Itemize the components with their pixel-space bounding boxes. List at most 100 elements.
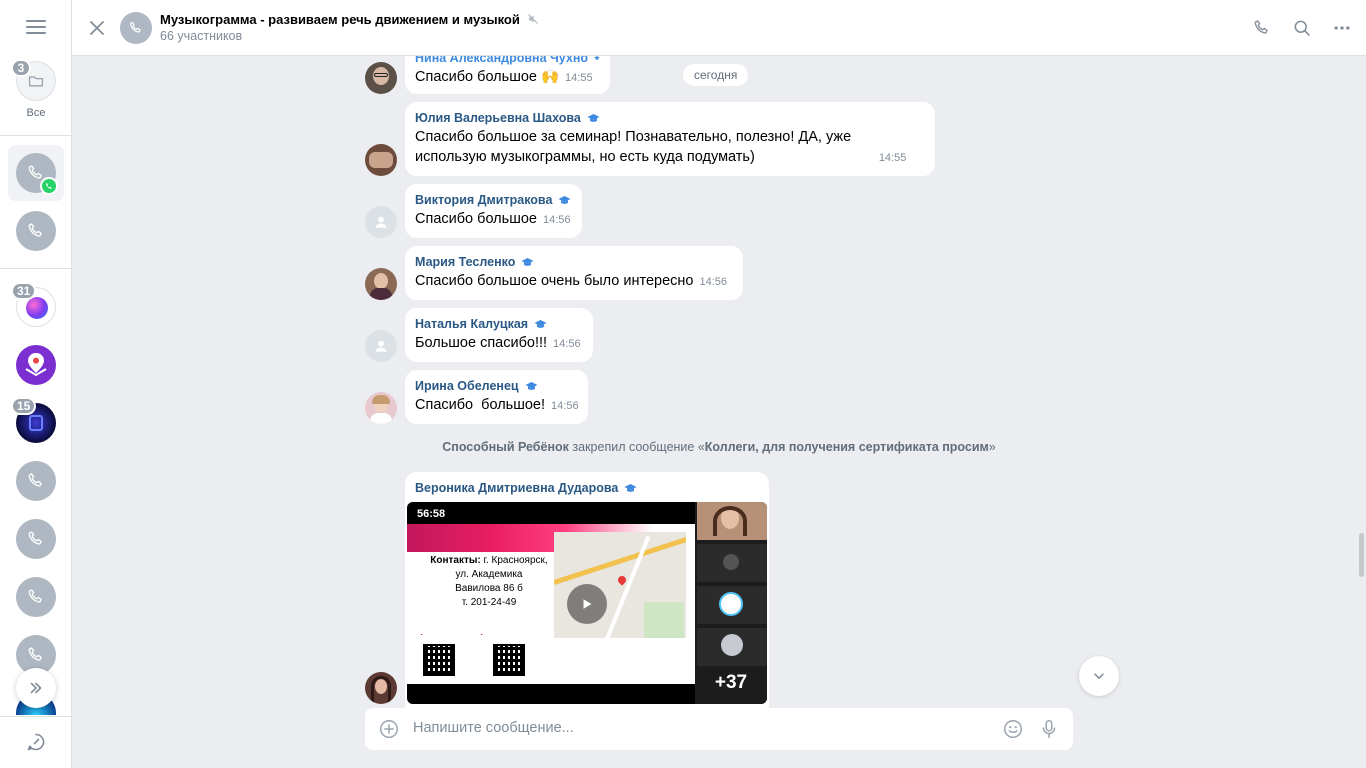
message-author[interactable]: Наталья Калуцкая: [415, 315, 583, 333]
phone-icon: [28, 647, 42, 661]
chat-title-text: Музыкограмма - развиваем речь движением …: [160, 12, 520, 27]
avatar[interactable]: [365, 392, 397, 424]
system-message-pinned: Способный Ребёнок закрепил сообщение «Ко…: [442, 440, 996, 454]
play-icon: [583, 599, 592, 609]
message-text: Спасибо большое 14:56: [415, 211, 571, 227]
message-bubble[interactable]: Виктория Дмитракова Спасибо большое 14:56: [405, 184, 582, 238]
chat-avatar[interactable]: [120, 12, 152, 44]
attach-plus-icon[interactable]: [378, 718, 400, 740]
left-rail: 3 Все 31 15: [0, 0, 72, 768]
more-icon[interactable]: [1332, 18, 1352, 38]
slide-contacts: Контакты: г. Красноярск, ул. Академика В…: [430, 555, 548, 608]
avatar-placeholder[interactable]: [365, 330, 397, 362]
message-text-line2: использую музыкограммы, но есть куда под…: [415, 149, 907, 165]
chat-header: Музыкограмма - развиваем речь движением …: [72, 0, 1366, 56]
phone-icon: [28, 531, 42, 545]
message-bubble[interactable]: Наталья Калуцкая Большое спасибо!!! 14:56: [405, 308, 593, 362]
map-pin-icon: [25, 353, 47, 377]
chat-call[interactable]: [16, 461, 56, 501]
video-frame-slide: 56:58 Контакты: г. Красноярск, ул. Акаде…: [407, 502, 695, 704]
message-text: Спасибо большое 🙌 14:55: [415, 69, 593, 85]
graduation-cap-icon: [587, 114, 600, 122]
chat-call[interactable]: [16, 577, 56, 617]
folder-icon: [28, 76, 44, 87]
search-icon[interactable]: [1292, 18, 1312, 38]
muted-icon: [528, 14, 539, 24]
avatar[interactable]: [365, 144, 397, 176]
slide-map: [554, 532, 686, 638]
close-icon[interactable]: [86, 17, 108, 39]
slide-link: [421, 629, 422, 634]
phone-icon: [28, 589, 42, 603]
message-author[interactable]: Виктория Дмитракова: [415, 191, 572, 209]
unread-badge: 31: [11, 282, 37, 300]
message-author[interactable]: Нина Александровна Чухно: [415, 56, 600, 67]
message-bubble[interactable]: Юлия Валерьевна Шахова Спасибо большое з…: [405, 102, 935, 176]
phone-icon: [28, 473, 42, 487]
emoji-icon[interactable]: [1002, 718, 1024, 740]
message-composer: Напишите сообщение...: [365, 708, 1073, 750]
call-icon[interactable]: [1252, 18, 1272, 38]
message-history[interactable]: Нина Александровна Чухно Спасибо большое…: [72, 56, 1366, 768]
microphone-icon[interactable]: [1038, 718, 1060, 740]
message-input[interactable]: Напишите сообщение...: [413, 720, 574, 736]
message-author[interactable]: Ирина Обеленец: [415, 377, 578, 395]
message-time: 14:56: [553, 338, 581, 350]
chat-title[interactable]: Музыкограмма - развиваем речь движением …: [160, 12, 539, 27]
qr-code: [493, 644, 525, 676]
participant-tile: [697, 586, 767, 624]
divider: [0, 135, 72, 136]
avatar[interactable]: [365, 268, 397, 300]
more-participants-count: +37: [714, 672, 748, 693]
graduation-cap-icon: [558, 196, 571, 204]
video-duration: 56:58: [417, 508, 446, 520]
message-author[interactable]: Мария Тесленко: [415, 253, 733, 271]
graduation-cap-icon: [534, 320, 547, 328]
date-separator: сегодня: [683, 64, 749, 86]
system-actor[interactable]: Способный Ребёнок: [442, 440, 569, 454]
new-chat-icon[interactable]: [26, 732, 46, 752]
qr-code: [423, 644, 455, 676]
video-attachment[interactable]: 56:58 Контакты: г. Красноярск, ул. Акаде…: [407, 502, 767, 704]
phone-icon: [130, 21, 141, 33]
participant-tile: [697, 544, 767, 582]
participant-tile: [697, 628, 767, 666]
message-bubble[interactable]: Мария Тесленко Спасибо большое очень был…: [405, 246, 743, 300]
expand-sidebar-button[interactable]: [16, 668, 56, 708]
folder-all-label: Все: [26, 107, 46, 119]
double-chevron-right-icon: [30, 682, 42, 694]
message-text: Спасибо большое за семинар! Познавательн…: [415, 129, 852, 145]
graduation-cap-icon: [521, 258, 534, 266]
scroll-down-button[interactable]: [1079, 656, 1119, 696]
chat-call[interactable]: [16, 211, 56, 251]
marusia-logo: [26, 297, 48, 319]
pinned-message-link[interactable]: Коллеги, для получения сертификата проси…: [705, 440, 989, 454]
user-icon: [375, 340, 387, 352]
slide-link: [481, 629, 482, 634]
message-author[interactable]: Вероника Дмитриевна Дударова: [415, 479, 759, 497]
phone-icon: [28, 223, 42, 237]
play-button[interactable]: [567, 584, 607, 624]
message-bubble[interactable]: Нина Александровна Чухно Спасибо большое…: [405, 56, 610, 94]
chat-map-community[interactable]: [16, 345, 56, 385]
menu-icon[interactable]: [24, 17, 48, 37]
message-time: 14:55: [878, 152, 907, 164]
whatsapp-icon: [40, 177, 58, 195]
scrollbar-thumb[interactable]: [1359, 533, 1364, 577]
avatar[interactable]: [365, 672, 397, 704]
unread-badge: 15: [11, 397, 37, 415]
chevron-down-icon: [1094, 673, 1104, 679]
chat-call[interactable]: [16, 519, 56, 559]
message-time: 14:56: [542, 214, 571, 226]
message-time: 14:56: [551, 400, 579, 412]
video-participants-panel: +37: [695, 502, 767, 704]
message-bubble[interactable]: Ирина Обеленец Спасибо большое! 14:56: [405, 370, 588, 424]
folder-unread-badge: 3: [11, 59, 31, 77]
avatar-placeholder[interactable]: [365, 206, 397, 238]
participant-tile: [697, 502, 767, 540]
members-count[interactable]: 66 участников: [160, 29, 242, 43]
message-author[interactable]: Юлия Валерьевна Шахова: [415, 109, 925, 127]
avatar[interactable]: [365, 62, 397, 94]
message-time: 14:55: [565, 72, 593, 84]
divider: [0, 268, 72, 269]
